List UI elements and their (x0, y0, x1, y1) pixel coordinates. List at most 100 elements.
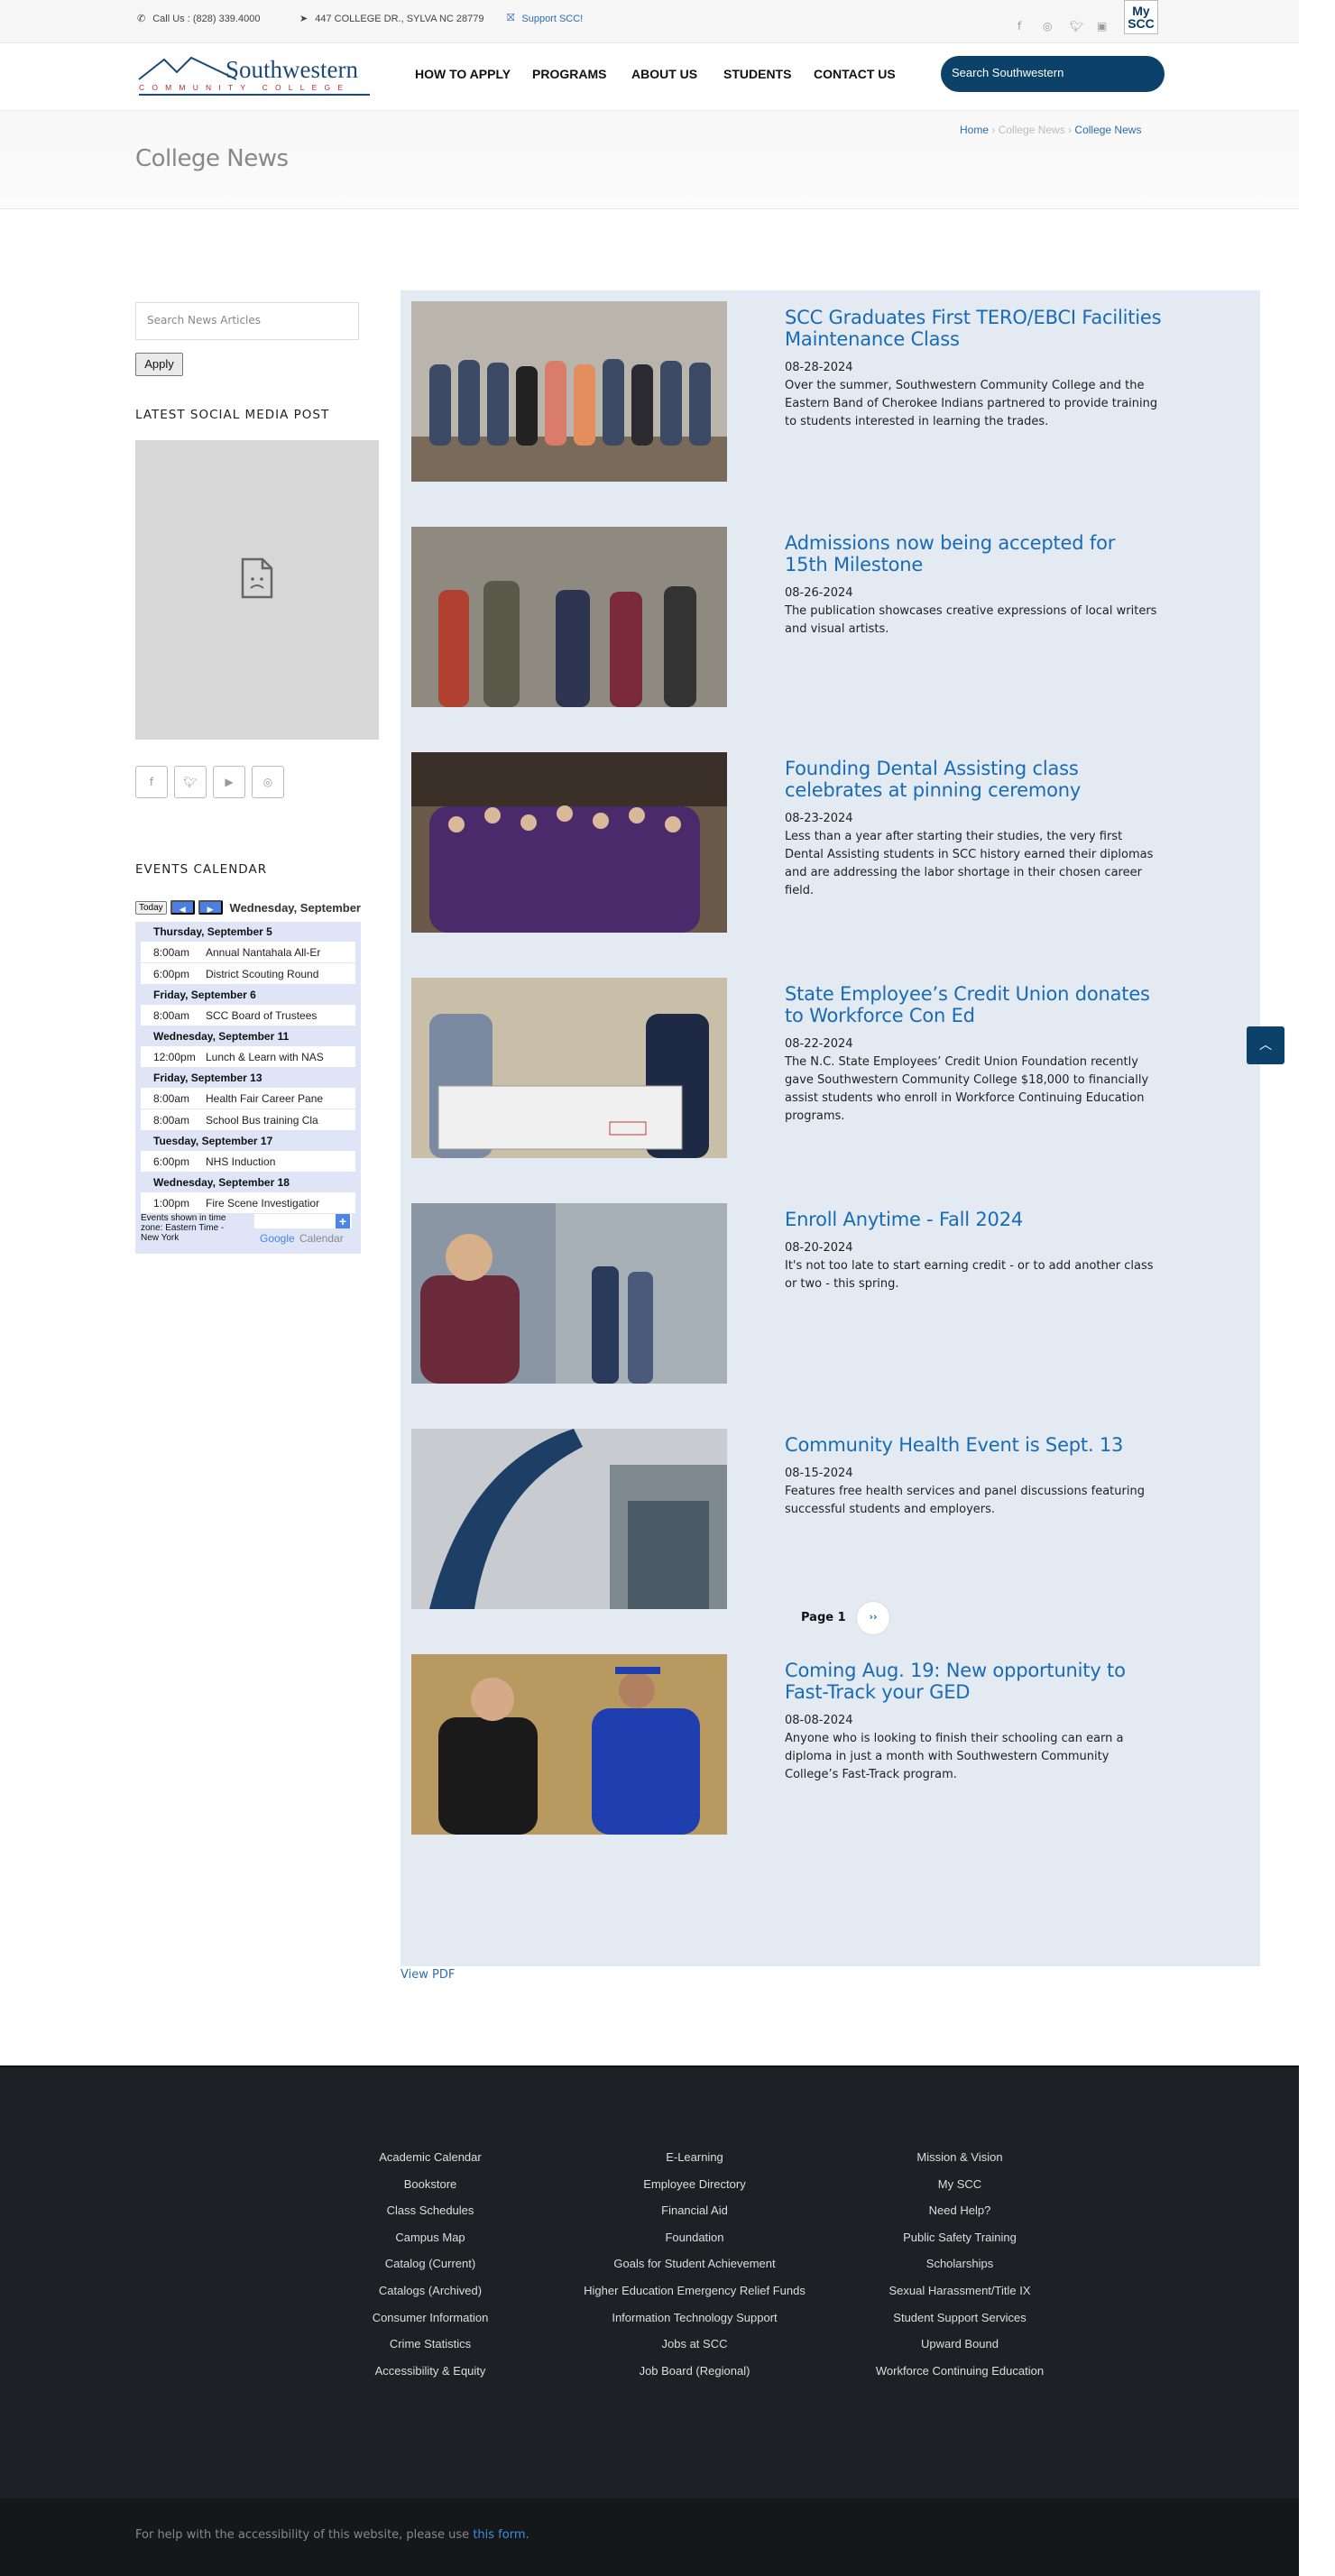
agenda-day: Friday, September 6 (153, 989, 256, 1001)
agenda-event[interactable]: 8:00am Health Fair Career Pane (141, 1088, 355, 1109)
gift-icon: ⛝ (507, 13, 515, 23)
view-pdf-link[interactable]: View PDF (400, 1968, 455, 1982)
news-image[interactable] (411, 1203, 727, 1384)
footer-link[interactable]: Public Safety Training (903, 2231, 1017, 2244)
news-image[interactable] (411, 1654, 727, 1835)
agenda-event[interactable]: 6:00pm District Scouting Round (141, 963, 355, 984)
site-search-input[interactable]: Search Southwestern (941, 56, 1165, 92)
news-image[interactable] (411, 978, 727, 1158)
agenda-event[interactable]: 8:00am SCC Board of Trustees (141, 1005, 355, 1026)
news-item: Coming Aug. 19: New opportunity to Fast-… (785, 1643, 1164, 1784)
support-link[interactable]: ⛝ Support SCC! (507, 13, 583, 24)
next-page-button[interactable]: ›› (857, 1602, 889, 1634)
news-summary: It's not too late to start earning credi… (785, 1259, 1154, 1291)
footer-link[interactable]: Goals for Student Achievement (613, 2257, 775, 2270)
back-to-top-button[interactable]: ︿ (1247, 1026, 1284, 1064)
footer-link[interactable]: Accessibility & Equity (375, 2364, 486, 2378)
footer-link[interactable]: Higher Education Emergency Relief Funds (584, 2284, 806, 2297)
footer-link[interactable]: Academic Calendar (379, 2150, 481, 2164)
footer-link[interactable]: Upward Bound (921, 2337, 999, 2351)
footer-link[interactable]: Job Board (Regional) (640, 2364, 750, 2378)
footer-link[interactable]: Crime Statistics (390, 2337, 471, 2351)
graduation-photo-icon (411, 1654, 727, 1835)
news-summary: Anyone who is looking to finish their sc… (785, 1732, 1124, 1781)
nav-students[interactable]: STUDENTS (723, 67, 791, 81)
social-media-post[interactable] (135, 440, 379, 740)
apply-button[interactable]: Apply (135, 353, 183, 376)
news-title[interactable]: SCC Graduates First TERO/EBCI Facilities… (785, 307, 1164, 350)
today-button[interactable]: Today (135, 900, 167, 915)
nav-contact-us[interactable]: CONTACT US (814, 67, 896, 81)
chevron-up-icon: ︿ (1259, 1038, 1272, 1053)
youtube-icon[interactable]: ▣ (1097, 20, 1107, 32)
student-photo-icon (411, 1203, 727, 1384)
news-title[interactable]: Enroll Anytime - Fall 2024 (785, 1209, 1164, 1230)
news-title[interactable]: Admissions now being accepted for 15th M… (785, 532, 1164, 575)
agenda-event[interactable]: 8:00am School Bus training Cla (141, 1109, 355, 1130)
twitter-icon[interactable]: 🐦︎ (1070, 20, 1083, 32)
news-title[interactable]: State Employee’s Credit Union donates to… (785, 983, 1164, 1026)
footer-link[interactable]: Bookstore (404, 2177, 457, 2191)
footer-link[interactable]: Need Help? (929, 2203, 991, 2217)
footer-link[interactable]: Foundation (665, 2231, 723, 2244)
footer-link[interactable]: E-Learning (666, 2150, 723, 2164)
agenda-event[interactable]: 6:00pm NHS Induction (141, 1151, 355, 1172)
google-calendar-link[interactable]: + Google Calendar (254, 1212, 352, 1248)
footer-link[interactable]: Student Support Services (893, 2311, 1026, 2324)
news-title[interactable]: Community Health Event is Sept. 13 (785, 1434, 1164, 1456)
next-button[interactable]: ▶ (198, 900, 223, 915)
instagram-icon: ◎ (262, 776, 273, 788)
chevron-left-icon: ◀ (179, 905, 186, 914)
agenda-day: Wednesday, September 11 (153, 1030, 290, 1043)
nav-programs[interactable]: PROGRAMS (532, 67, 606, 81)
instagram-icon[interactable]: ◎ (1043, 20, 1052, 32)
footer-link[interactable]: Campus Map (395, 2231, 465, 2244)
breadcrumb-college-news[interactable]: College News (999, 124, 1065, 136)
footer-link[interactable]: Financial Aid (661, 2203, 728, 2217)
college-logo[interactable]: Southwestern COMMUNITY COLLEGE (137, 52, 372, 99)
footer-link[interactable]: Employee Directory (643, 2177, 745, 2191)
breadcrumb-current: College News (1074, 124, 1142, 136)
footer-link[interactable]: Jobs at SCC (662, 2337, 728, 2351)
agenda-event[interactable]: 8:00am Annual Nantahala All-Er (141, 942, 355, 962)
youtube-button[interactable]: ▶ (213, 766, 245, 798)
footer-link[interactable]: Information Technology Support (612, 2311, 777, 2324)
my-scc-button[interactable]: My SCC (1124, 0, 1158, 34)
footer-link[interactable]: Catalogs (Archived) (379, 2284, 482, 2297)
facebook-icon[interactable]: f (1017, 20, 1021, 32)
news-title[interactable]: Coming Aug. 19: New opportunity to Fast-… (785, 1660, 1164, 1703)
group-photo-icon (411, 752, 727, 933)
footer-link[interactable]: Consumer Information (373, 2311, 489, 2324)
footer-link[interactable]: Class Schedules (387, 2203, 474, 2217)
nav-about-us[interactable]: ABOUT US (631, 67, 697, 81)
news-date: 08-28-2024 (785, 361, 853, 374)
breadcrumb-home[interactable]: Home (960, 124, 989, 136)
facebook-button[interactable]: f (135, 766, 168, 798)
news-image[interactable] (411, 527, 727, 707)
footer-link[interactable]: Mission & Vision (916, 2150, 1002, 2164)
nav-how-to-apply[interactable]: HOW TO APPLY (415, 67, 511, 81)
accessibility-form-link[interactable]: this form (473, 2528, 525, 2542)
events-calendar-heading: EVENTS CALENDAR (135, 862, 268, 877)
agenda-event[interactable]: 1:00pm Fire Scene Investigatior (141, 1192, 355, 1213)
agenda-list[interactable]: Thursday, September 5 8:00am Annual Nanta… (135, 922, 361, 1254)
news-image[interactable] (411, 752, 727, 933)
page-title: College News (135, 145, 289, 172)
footer-link[interactable]: Workforce Continuing Education (876, 2364, 1044, 2378)
news-image[interactable] (411, 301, 727, 482)
footer-link[interactable]: Sexual Harassment/Title IX (888, 2284, 1030, 2297)
footer-link[interactable]: Catalog (Current) (385, 2257, 475, 2270)
agenda-event[interactable]: 12:00pm Lunch & Learn with NAS (141, 1046, 355, 1067)
news-date: 08-23-2024 (785, 812, 853, 825)
footer-link[interactable]: My SCC (938, 2177, 981, 2191)
instagram-button[interactable]: ◎ (252, 766, 284, 798)
news-image[interactable] (411, 1429, 727, 1609)
news-title[interactable]: Founding Dental Assisting class celebrat… (785, 758, 1164, 801)
prev-button[interactable]: ◀ (170, 900, 195, 915)
footer-link[interactable]: Scholarships (926, 2257, 993, 2270)
twitter-button[interactable]: 🐦︎ (174, 766, 207, 798)
health-sciences-banner-photo-icon (411, 1429, 727, 1609)
svg-text:COMMUNITY COLLEGE: COMMUNITY COLLEGE (139, 83, 350, 92)
search-news-input[interactable]: Search News Articles (135, 302, 359, 340)
agenda-day: Tuesday, September 17 (153, 1135, 273, 1147)
